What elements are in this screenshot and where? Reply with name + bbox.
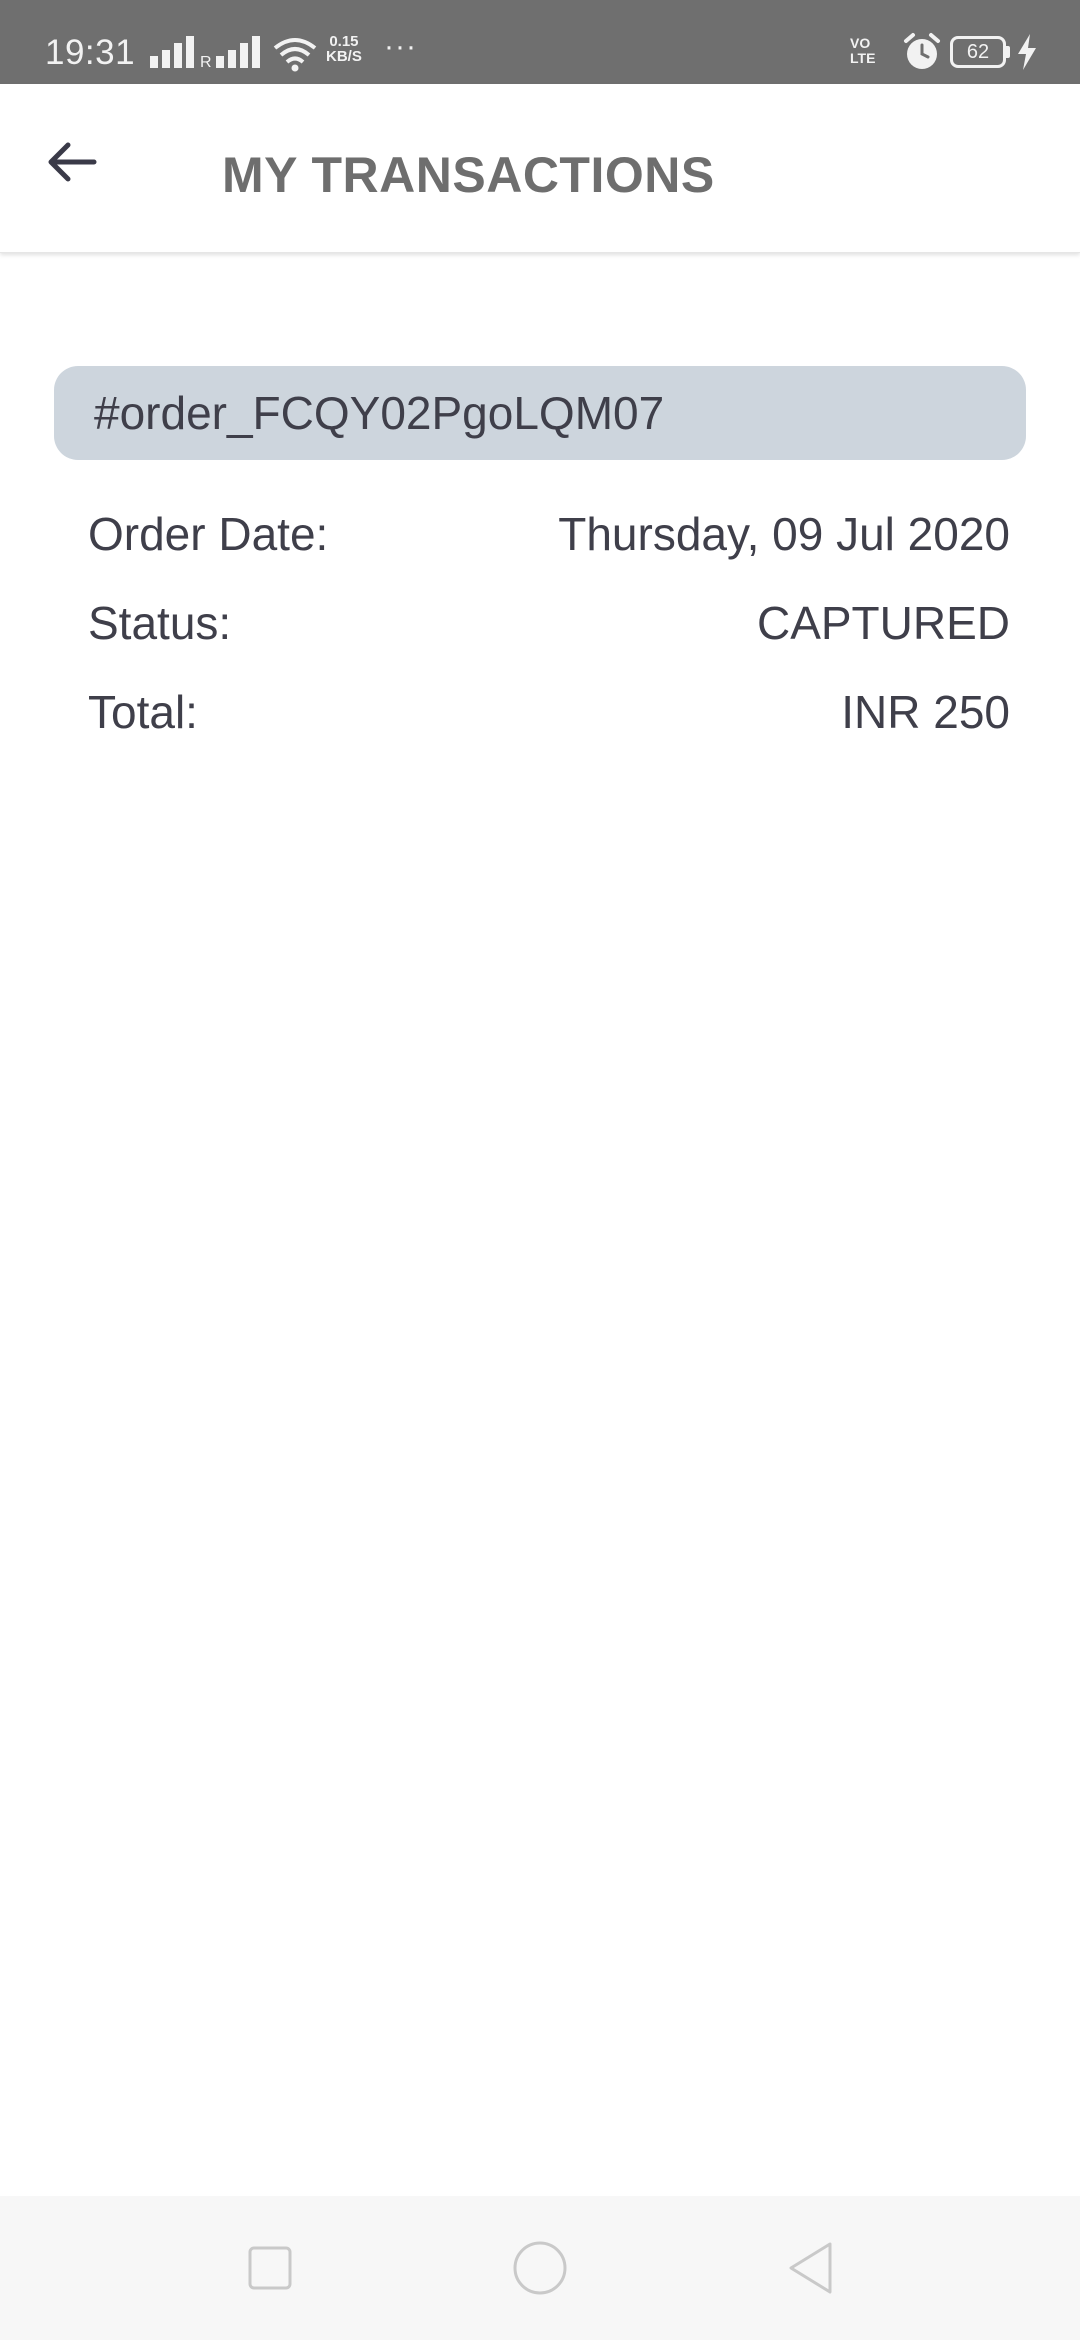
more-notifications-icon: ···	[384, 30, 417, 63]
page-title: MY TRANSACTIONS	[222, 147, 715, 203]
order-total-row: Total: INR 250	[88, 682, 1010, 742]
order-status-value: CAPTURED	[756, 597, 1010, 649]
order-total-value: INR 250	[841, 686, 1010, 738]
system-back-button[interactable]	[778, 2236, 842, 2300]
volte-bottom-label: LTE	[850, 50, 876, 66]
home-button[interactable]	[508, 2236, 572, 2300]
status-time: 19:31	[45, 33, 136, 72]
order-status-row: Status: CAPTURED	[88, 593, 1010, 653]
circle-icon	[513, 2241, 567, 2295]
volte-icon: VO LTE	[850, 36, 892, 72]
triangle-left-icon	[789, 2242, 832, 2294]
signal-strength-icon	[150, 36, 194, 68]
recents-button[interactable]	[238, 2236, 302, 2300]
battery-icon: 62	[950, 36, 1006, 68]
network-speed: 0.15 KB/S	[326, 34, 362, 64]
wifi-icon	[273, 38, 317, 72]
back-button[interactable]	[30, 120, 114, 204]
volte-top-label: VO	[850, 35, 871, 51]
order-status-label: Status:	[88, 597, 232, 649]
alarm-clock-icon	[904, 33, 940, 69]
app-bar: MY TRANSACTIONS	[0, 84, 1080, 253]
arrow-left-icon	[48, 142, 97, 182]
order-id: #order_FCQY02PgoLQM07	[94, 387, 665, 439]
charging-bolt-icon	[1018, 34, 1036, 70]
square-icon	[248, 2246, 292, 2290]
system-navigation-bar	[0, 2196, 1080, 2340]
order-id-header[interactable]: #order_FCQY02PgoLQM07	[54, 366, 1026, 460]
order-date-row: Order Date: Thursday, 09 Jul 2020	[88, 504, 1010, 564]
network-speed-unit: KB/S	[326, 48, 362, 65]
status-bar: 19:31 R 0.15 KB/S ··· VO LTE 62	[0, 0, 1080, 84]
order-date-value: Thursday, 09 Jul 2020	[558, 508, 1010, 560]
roaming-signal-icon: R	[200, 36, 260, 68]
order-total-label: Total:	[88, 686, 198, 738]
battery-tip	[1006, 46, 1010, 58]
svg-text:R: R	[200, 54, 212, 68]
battery-level: 62	[966, 41, 990, 63]
order-date-label: Order Date:	[88, 508, 329, 560]
network-speed-value: 0.15	[329, 33, 359, 50]
